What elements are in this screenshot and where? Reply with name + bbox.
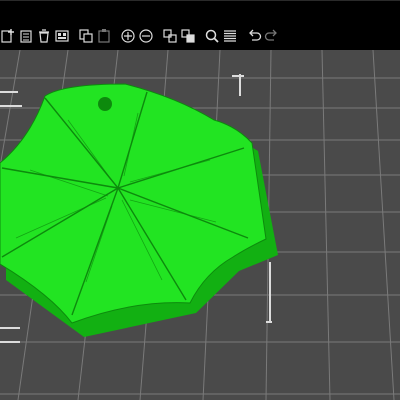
add-icon[interactable] <box>0 28 16 44</box>
model-top <box>0 83 267 324</box>
delete-icon[interactable] <box>18 28 34 44</box>
main-toolbar <box>0 22 400 50</box>
delete-all-icon[interactable] <box>36 28 52 44</box>
model-object[interactable] <box>0 83 278 337</box>
search-icon[interactable] <box>204 28 220 44</box>
undo-icon[interactable] <box>246 28 262 44</box>
redo-icon[interactable] <box>264 28 280 44</box>
arrange-icon[interactable] <box>54 28 70 44</box>
add-instance-icon[interactable] <box>120 28 136 44</box>
layers-editing-icon[interactable] <box>222 28 238 44</box>
keyring-hole <box>98 97 112 111</box>
remove-instance-icon[interactable] <box>138 28 154 44</box>
paste-icon[interactable] <box>96 28 112 44</box>
split-to-objects-icon[interactable] <box>162 28 178 44</box>
title-bar-divider <box>0 0 400 1</box>
window-title-bar <box>0 0 400 22</box>
3d-viewport[interactable] <box>0 50 400 400</box>
split-to-parts-icon[interactable] <box>180 28 196 44</box>
copy-icon[interactable] <box>78 28 94 44</box>
